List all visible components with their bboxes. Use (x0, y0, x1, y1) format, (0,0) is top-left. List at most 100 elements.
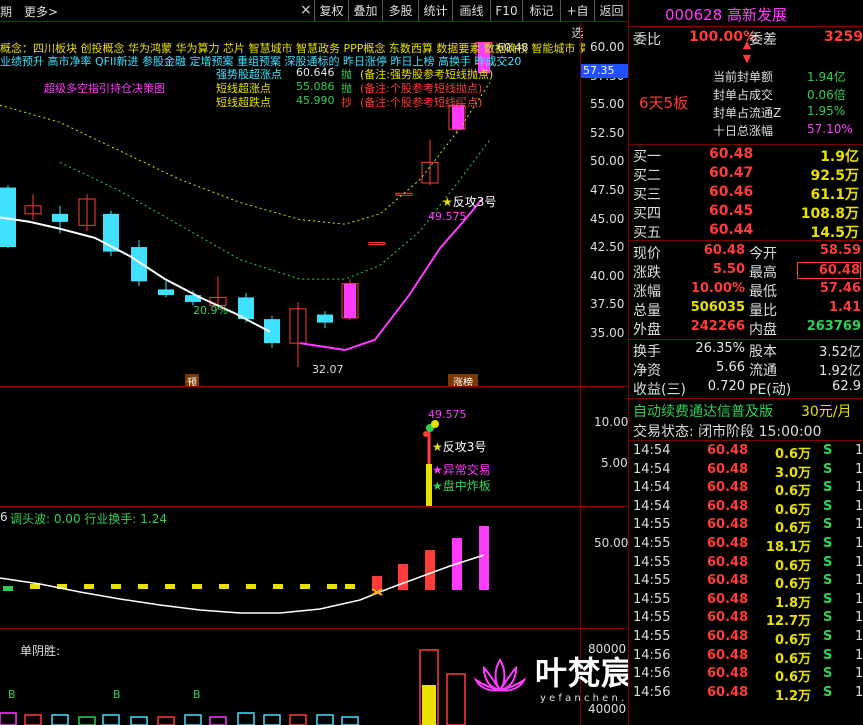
toolbar-button[interactable]: 返回 (594, 0, 628, 22)
tick-side: S (823, 461, 833, 477)
stat-label: 流通 (749, 363, 777, 379)
toolbar-button[interactable]: 统计 (418, 0, 452, 22)
toolbar-button[interactable]: 画线 (452, 0, 490, 22)
tick-price: 60.48 (707, 610, 749, 626)
bid-price: 60.45 (709, 203, 754, 219)
tick-price: 60.48 (707, 591, 749, 607)
toolbar-button[interactable]: 标记 (522, 0, 560, 22)
bid-level-label: 买二 (633, 168, 661, 184)
vol-axis-5: 5.00 (601, 456, 628, 470)
tick-time: 14:54 (633, 443, 671, 458)
tick-volume: 18.1万 (765, 540, 811, 555)
signal-dot (431, 420, 439, 428)
osc-bar (3, 586, 13, 591)
candle-body (264, 319, 280, 344)
stat-label: 最低 (749, 284, 777, 300)
close-icon[interactable]: × (300, 2, 312, 18)
b-mark: B (8, 688, 16, 701)
toolbar-button[interactable]: 叠加 (348, 0, 382, 22)
tick-price: 60.48 (707, 461, 749, 477)
stat-value: 62.9 (832, 379, 861, 394)
bid-volume: 1.9亿 (820, 149, 859, 165)
tick-time: 14:55 (633, 573, 671, 589)
dan-bar (422, 685, 436, 725)
indicator-value: 60.646 (296, 66, 335, 79)
tick-volume: 3.0万 (774, 465, 811, 481)
star-icon: ★ (442, 195, 453, 209)
explode-label: ★盘中炸板 (432, 479, 491, 493)
pct-label: 20.9% (193, 304, 228, 317)
osc-bar (84, 584, 94, 589)
toolbar-button[interactable]: F10 (490, 0, 522, 22)
stat-label: 收益(三) (633, 382, 686, 398)
price-axis-label: 55.00 (590, 97, 625, 112)
weicha-value: 32598 (824, 29, 863, 45)
tick-time: 14:54 (633, 498, 671, 514)
tick-volume: 0.6万 (774, 577, 811, 593)
period-label[interactable]: 期 (0, 3, 12, 20)
tick-time: 14:55 (633, 517, 671, 533)
panel-divider (0, 506, 628, 507)
kline-chart-area[interactable]: 概念：四川板块 创投概念 华为鸿蒙 华为算力 芯片 智慧城市 智慧政务 PPP概… (0, 22, 628, 725)
stat-label: 量比 (749, 303, 777, 319)
tick-price: 60.48 (707, 554, 749, 570)
toolbar-button[interactable]: 复权 (314, 0, 348, 22)
osc-bar (398, 564, 408, 590)
seal-label: 封单占成交 (713, 88, 774, 102)
tick-volume: 0.6万 (774, 521, 811, 537)
tick-volume: 0.6万 (774, 484, 811, 500)
stat-label: 股本 (749, 344, 777, 360)
tick-count: 1 (855, 480, 863, 496)
quote-panel: 000628 高新发展 委比 100.00% 委差 32598 ▲▼ 6天5板 … (628, 0, 863, 725)
divider (629, 26, 863, 27)
indicator-label: 短线超跌点 (216, 96, 271, 109)
price-axis-label: 47.50 (590, 183, 625, 197)
osc-title: 调头波: 0.00 行业换手: 1.24 (10, 512, 167, 526)
stat-value: 5.50 (712, 262, 745, 277)
stock-code[interactable]: 000628 高新发展 (665, 4, 787, 25)
divider (629, 240, 863, 241)
dropdown-arrows-icon[interactable]: ▲ ▼ (732, 38, 762, 68)
seal-label: 十日总涨幅 (713, 124, 774, 138)
toolbar-button[interactable]: +自选 (560, 0, 594, 40)
tick-volume: 0.6万 (774, 651, 811, 667)
tick-side: S (823, 629, 833, 644)
stat-value: 5.66 (716, 360, 745, 375)
price-axis-label: 37.50 (590, 297, 625, 312)
tick-time: 14:55 (633, 536, 671, 551)
indicator-note: (备注:个股参考短线买点) (360, 96, 483, 109)
more-menu[interactable]: 更多> (24, 3, 58, 20)
dan-axis-40000: 40000 (588, 702, 627, 716)
toolbar-button[interactable]: 多股 (382, 0, 418, 22)
tick-count: 1 (855, 517, 863, 533)
candle-body (317, 314, 333, 323)
stat-label: 净资 (633, 363, 661, 379)
tick-side: S (823, 666, 833, 682)
tick-volume: 0.6万 (774, 502, 811, 518)
tick-side: S (823, 591, 833, 607)
promo-price[interactable]: 30元/月 (801, 401, 852, 421)
tag-row: 业绩预升 高市净率 QFII新进 参股金融 定增预案 重组预案 深股通标的 昨日… (0, 55, 522, 68)
tick-count: 1 (855, 573, 863, 589)
panel-divider (0, 386, 628, 387)
signal-dot (423, 431, 429, 437)
promo-text[interactable]: 自动续费通达信普及版 (633, 401, 773, 421)
stat-value: 60.48 (797, 262, 861, 279)
seal-label: 当前封单额 (713, 70, 774, 84)
dan-bar (316, 714, 334, 725)
tick-side: S (823, 554, 833, 570)
dan-bar (446, 673, 466, 725)
stat-value: 1.92亿 (819, 364, 861, 379)
osc-bar (138, 584, 148, 589)
tick-volume: 1.8万 (774, 595, 811, 611)
stat-label: 今开 (749, 246, 777, 262)
stat-label: 内盘 (749, 322, 777, 338)
indicator-value: 45.990 (296, 94, 335, 107)
bid-price: 60.46 (709, 184, 754, 200)
candle-body (131, 247, 147, 282)
lotus-logo-icon (470, 650, 530, 704)
tick-side: S (823, 480, 833, 496)
bid-level-label: 买三 (633, 187, 661, 203)
osc-bar (30, 584, 40, 589)
lower-band (59, 139, 491, 280)
